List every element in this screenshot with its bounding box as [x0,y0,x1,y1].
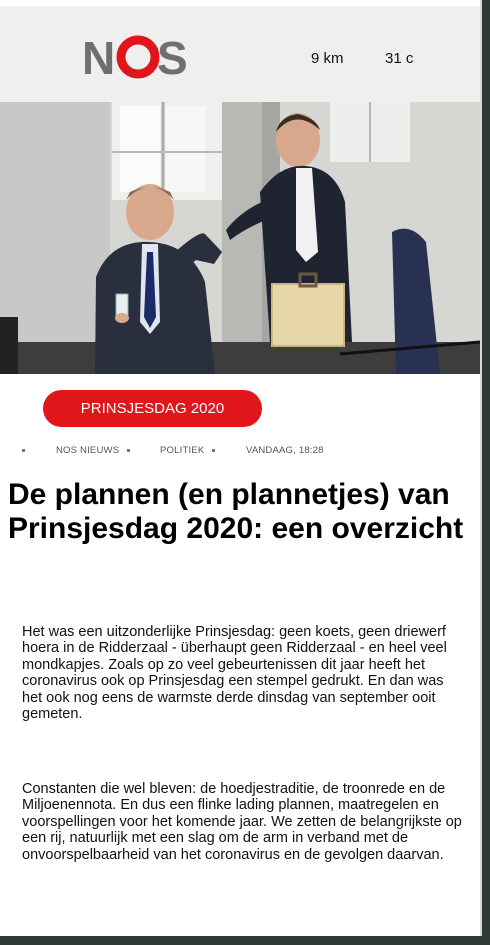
hero-photo [0,102,480,374]
temperature-readout: 31 c [385,50,414,67]
meta-source: NOS NIEUWS [56,445,120,456]
nos-logo-text: N [82,34,114,80]
article-paragraph-2: Constanten die wel bleven: de hoedjestra… [22,781,462,863]
distance-readout: 9 km [311,50,344,67]
meta-bullet [127,449,130,452]
nos-logo-o [116,35,160,79]
meta-timestamp: VANDAAG, 18:28 [246,445,324,456]
site-header: N S 9 km 31 c [0,6,480,102]
article-headline: De plannen (en plannetjes) van Prinsjesd… [8,478,464,545]
meta-bullet [22,449,25,452]
article-paragraph-1: Het was een uitzonderlijke Prinsjesdag: … [22,624,447,723]
meta-category[interactable]: POLITIEK [160,445,204,456]
hero-photo-illustration [0,102,480,374]
article-page: N S 9 km 31 c PRINSJESDAG 2020 NOS NIEUW… [0,0,482,936]
meta-bullet [212,449,215,452]
nos-logo[interactable]: N S [82,34,194,80]
category-tag[interactable]: PRINSJESDAG 2020 [43,390,262,427]
nos-logo-s: S [157,34,188,80]
